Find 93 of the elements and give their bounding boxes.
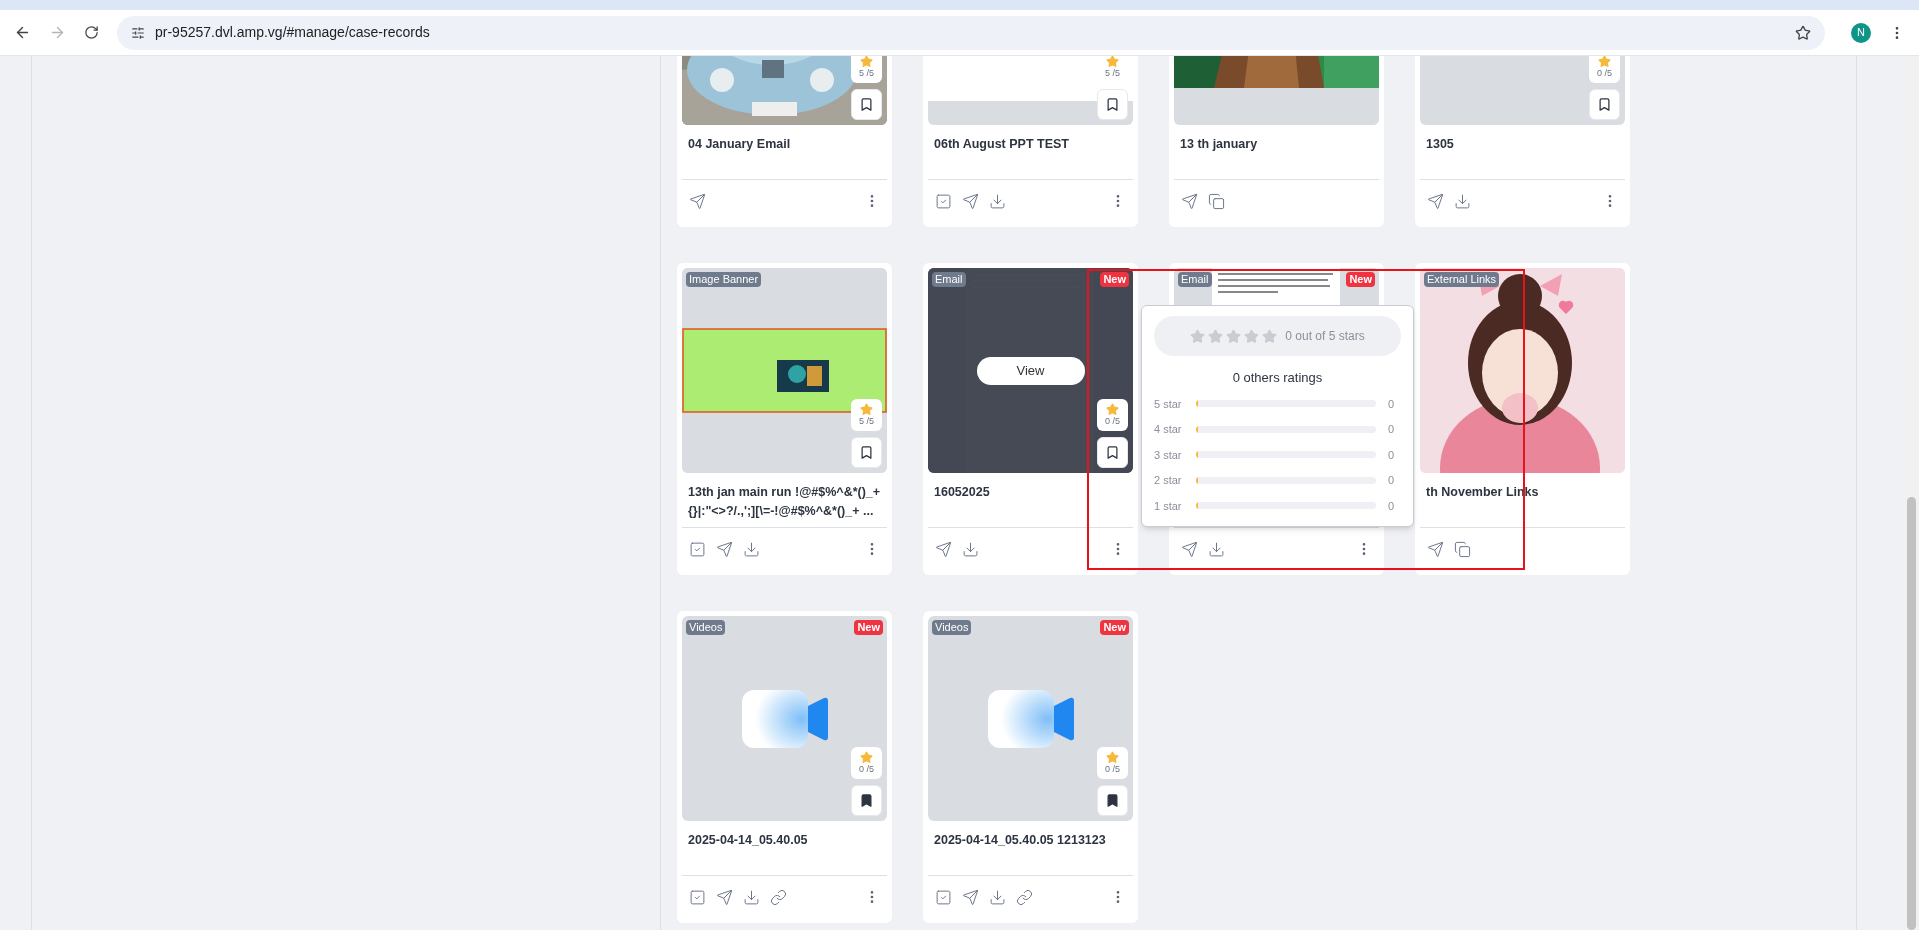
bookmark-button[interactable] <box>1097 785 1128 816</box>
rating-button[interactable]: 5 /5 <box>851 399 882 431</box>
link-icon[interactable] <box>770 888 787 906</box>
bookmark-button[interactable] <box>851 785 882 816</box>
download-icon[interactable] <box>743 888 760 906</box>
rating-button[interactable]: 5 /5 <box>851 56 882 83</box>
scrollbar-thumb[interactable] <box>1906 497 1916 930</box>
new-label: New <box>1346 272 1375 287</box>
star-level-label: 2 star <box>1154 473 1183 488</box>
star-level-label: 5 star <box>1154 396 1183 412</box>
send-icon[interactable] <box>962 888 979 906</box>
view-button[interactable]: View <box>976 356 1085 385</box>
star-icon <box>860 403 873 416</box>
video-camera-icon <box>741 689 828 748</box>
send-icon[interactable] <box>1181 540 1198 558</box>
star-level-label: 4 star <box>1154 422 1183 437</box>
send-icon[interactable] <box>935 540 952 558</box>
back-icon[interactable] <box>14 24 31 41</box>
select-checkbox-icon[interactable] <box>689 540 706 558</box>
new-label: New <box>1100 620 1129 635</box>
card-title: 06th August PPT TEST <box>934 136 1070 153</box>
type-label: Videos <box>932 620 972 635</box>
star-icon <box>860 751 873 764</box>
star-level-label: 1 star <box>1154 498 1183 514</box>
download-icon[interactable] <box>989 192 1006 210</box>
rating-button[interactable]: 0 /5 <box>1097 747 1128 779</box>
rating-button[interactable]: 0 /5 <box>1589 56 1620 83</box>
bookmark-icon <box>1597 97 1612 112</box>
select-checkbox-icon[interactable] <box>689 888 706 906</box>
download-icon[interactable] <box>743 540 760 558</box>
rating-summary-text: 0 out of 5 stars <box>1285 328 1365 345</box>
card-title: 1305 <box>1426 136 1455 153</box>
send-icon[interactable] <box>1181 192 1198 210</box>
download-icon[interactable] <box>989 888 1006 906</box>
select-checkbox-icon[interactable] <box>935 192 952 210</box>
card-title: 2025-04-14_05.40.05 1213123 <box>934 832 1107 849</box>
send-icon[interactable] <box>1427 192 1444 210</box>
new-label: New <box>854 620 883 635</box>
bookmark-icon <box>1105 97 1120 112</box>
copy-icon[interactable] <box>1454 540 1471 558</box>
bookmark-star-icon[interactable] <box>1795 24 1811 41</box>
star-icon <box>1598 56 1611 68</box>
ratings-heading: 0 others ratings <box>1231 369 1324 387</box>
bookmark-icon <box>859 445 874 460</box>
rating-button[interactable]: 0 /5 <box>1097 399 1128 431</box>
type-label: Videos <box>686 620 726 635</box>
rating-count: 0 <box>1388 498 1395 514</box>
send-icon[interactable] <box>962 192 979 210</box>
star-icon <box>1106 751 1119 764</box>
bookmark-button[interactable] <box>851 89 882 120</box>
star-level-label: 3 star <box>1154 447 1183 463</box>
bookmark-button[interactable] <box>1589 89 1620 120</box>
rating-count: 0 <box>1388 447 1395 463</box>
card-title: 16052025 <box>934 484 991 501</box>
send-icon[interactable] <box>689 192 706 210</box>
rating-count: 0 <box>1388 396 1395 412</box>
url-text: pr-95257.dvl.amp.vg/#manage/case-records <box>155 23 431 42</box>
address-bar[interactable]: pr-95257.dvl.amp.vg/#manage/case-records <box>117 15 1825 50</box>
copy-icon[interactable] <box>1208 192 1225 210</box>
type-label: Email <box>1178 272 1212 287</box>
video-camera-icon <box>987 689 1074 748</box>
download-icon[interactable] <box>1454 192 1471 210</box>
card-title: 04 January Email <box>688 136 792 153</box>
rating-button[interactable]: 0 /5 <box>851 747 882 779</box>
send-icon[interactable] <box>716 540 733 558</box>
rating-count: 0 <box>1388 422 1395 437</box>
card-title: 2025-04-14_05.40.05 <box>688 832 809 849</box>
bookmark-icon <box>859 793 874 808</box>
card-title: 13th jan main run !@#$%^&*()_+ {}|:"<>?/.,';][\=-!@#$%^&*()_+ ... <box>688 484 881 520</box>
send-icon[interactable] <box>1427 540 1444 558</box>
link-icon[interactable] <box>1016 888 1033 906</box>
download-icon[interactable] <box>962 540 979 558</box>
bookmark-button[interactable] <box>1097 437 1128 468</box>
site-settings-icon[interactable] <box>131 25 145 40</box>
reload-icon[interactable] <box>84 25 99 40</box>
bookmark-icon <box>1105 445 1120 460</box>
star-icon <box>860 56 873 68</box>
type-label: Image Banner <box>686 272 762 287</box>
type-label: External Links <box>1424 272 1500 287</box>
bookmark-button[interactable] <box>1097 89 1128 120</box>
profile-avatar[interactable]: N <box>1851 22 1871 43</box>
download-icon[interactable] <box>1208 540 1225 558</box>
rating-count: 0 <box>1388 473 1395 488</box>
card-title: 13 th january <box>1180 136 1259 153</box>
bookmark-icon <box>859 97 874 112</box>
send-icon[interactable] <box>716 888 733 906</box>
new-label: New <box>1100 272 1129 287</box>
bookmark-button[interactable] <box>851 437 882 468</box>
bookmark-icon <box>1105 793 1120 808</box>
type-label: Email <box>932 272 966 287</box>
select-checkbox-icon[interactable] <box>935 888 952 906</box>
star-icon <box>1106 56 1119 68</box>
star-icon <box>1106 403 1119 416</box>
